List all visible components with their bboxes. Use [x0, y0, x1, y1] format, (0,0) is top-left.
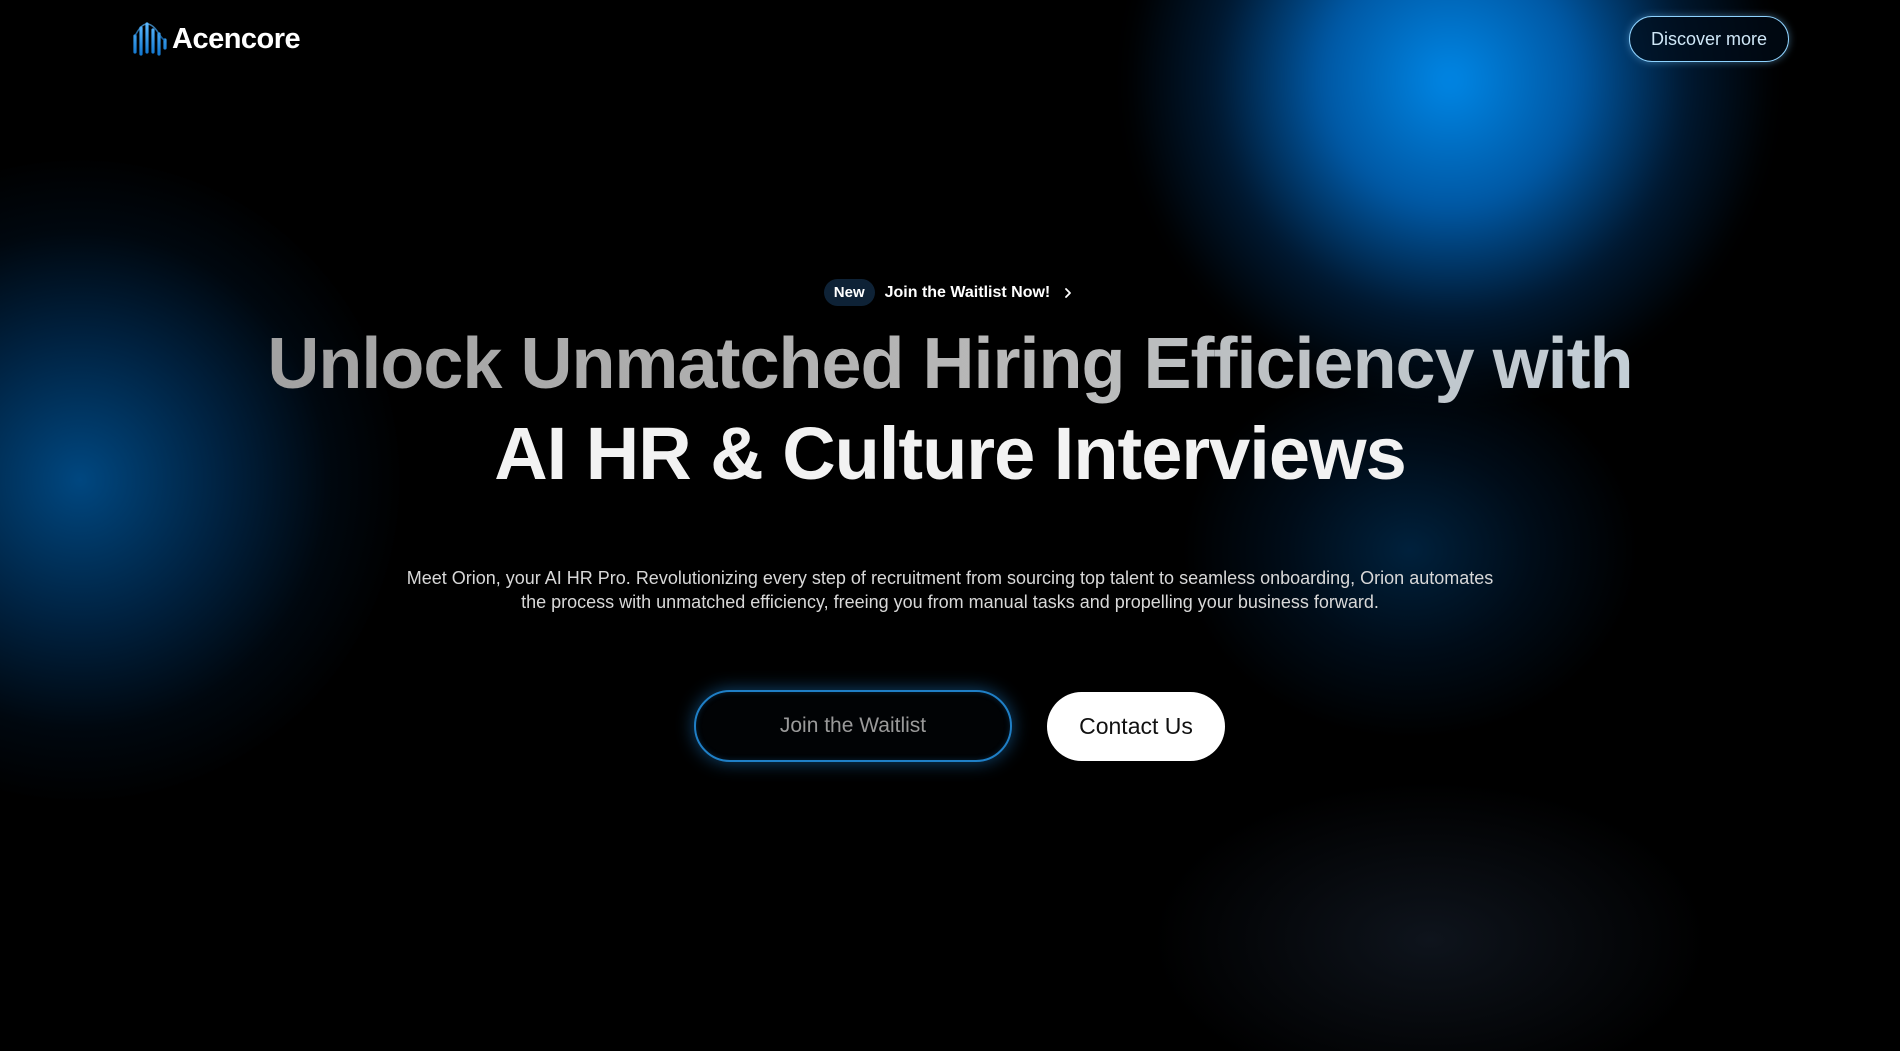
brand-logo[interactable]: Acencore [132, 22, 301, 56]
wave-bars-logo-icon [132, 22, 168, 56]
subtitle-line-1: Meet Orion, your AI HR Pro. Revolutioniz… [406, 568, 1494, 588]
hero-subtitle: Meet Orion, your AI HR Pro. Revolutioniz… [380, 566, 1520, 614]
headline-line-2: AI HR & Culture Interviews [494, 412, 1407, 495]
waitlist-announcement[interactable]: New Join the Waitlist Now! [0, 279, 1900, 306]
headline-line-1: Unlock Unmatched Hiring Efficiency with [0, 320, 1900, 408]
hero-headline: Unlock Unmatched Hiring Efficiency with … [0, 320, 1900, 500]
announcement-text: Join the Waitlist Now! [884, 283, 1051, 301]
discover-more-button[interactable]: Discover more [1629, 16, 1789, 62]
landing-page: Acencore Discover more New Join the Wait… [0, 0, 1900, 1051]
new-badge: New [823, 279, 875, 306]
brand-name: Acencore [172, 22, 301, 55]
chevron-right-icon [1060, 285, 1076, 301]
join-waitlist-button[interactable]: Join the Waitlist [694, 690, 1012, 762]
background-glow-bottom [1150, 780, 1710, 1051]
subtitle-line-2: the process with unmatched efficiency, f… [521, 592, 1379, 612]
contact-us-button[interactable]: Contact Us [1047, 692, 1225, 761]
